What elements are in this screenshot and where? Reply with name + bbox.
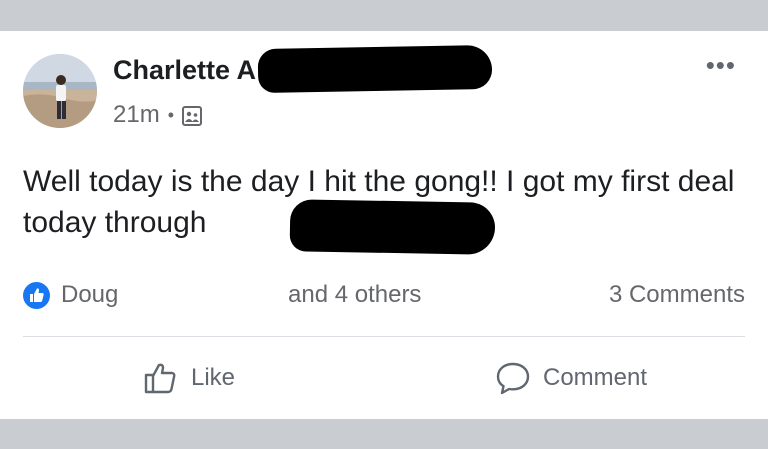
post-time[interactable]: 21m [113, 101, 160, 129]
redaction-mark [257, 44, 493, 94]
author-name[interactable]: Charlette A [113, 55, 256, 86]
screen: Charlette A 21m • ••• Well today is the … [0, 0, 768, 449]
like-reaction-icon[interactable] [23, 282, 50, 309]
like-button[interactable]: Like [143, 356, 235, 400]
like-label: Like [191, 364, 236, 391]
comment-icon [495, 360, 531, 396]
reactor-others[interactable]: and 4 others [288, 281, 421, 309]
thumbs-up-icon [143, 360, 179, 396]
comments-count[interactable]: 3 Comments [609, 281, 745, 309]
reactions-bar: Doug and 4 others 3 Comments [23, 278, 745, 312]
avatar[interactable] [23, 54, 97, 128]
post-meta: 21m • [113, 101, 202, 129]
post-card: Charlette A 21m • ••• Well today is the … [0, 31, 768, 419]
more-options-button[interactable]: ••• [706, 52, 736, 78]
comment-button[interactable]: Comment [495, 356, 647, 400]
avatar-photo [23, 54, 97, 128]
redaction-mark [289, 199, 496, 255]
reactor-name[interactable]: Doug [61, 281, 118, 309]
audience-icon[interactable] [182, 105, 202, 126]
comment-label: Comment [543, 364, 648, 391]
divider [23, 336, 745, 337]
meta-separator: • [167, 104, 174, 125]
